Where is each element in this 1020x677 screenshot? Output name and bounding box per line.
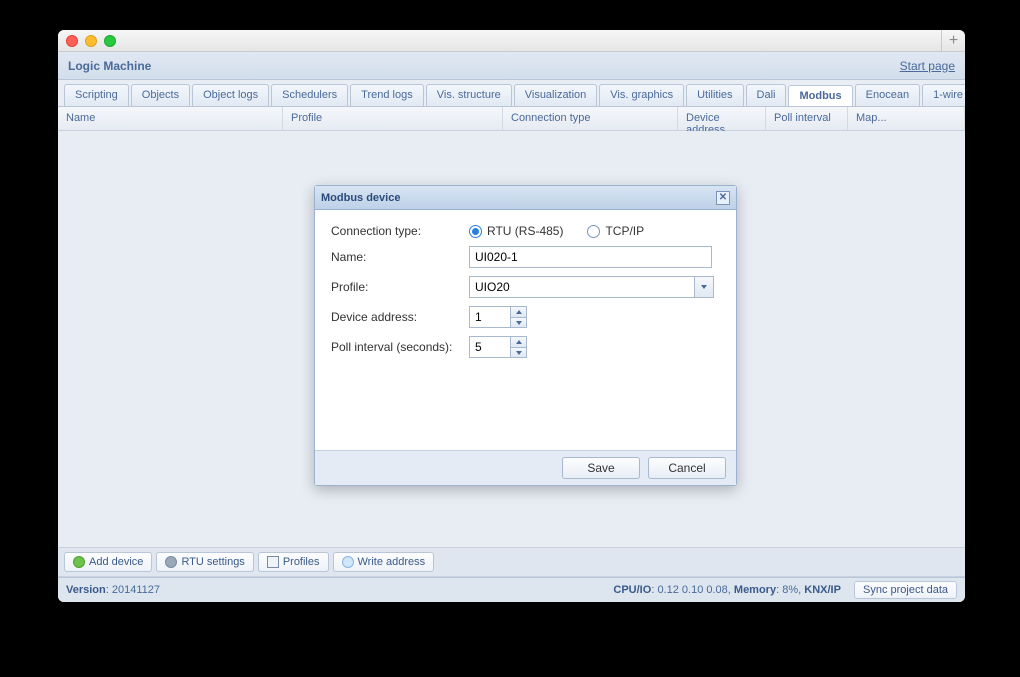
tab-vis-graphics[interactable]: Vis. graphics [599, 84, 684, 106]
tcp-radio-label: TCP/IP [605, 224, 644, 238]
col-name[interactable]: Name [58, 107, 283, 130]
col-addr[interactable]: Device address [678, 107, 766, 130]
tab-trend-logs[interactable]: Trend logs [350, 84, 424, 106]
cpu-value: 0.12 0.10 0.08 [657, 584, 727, 596]
titlebar: + [58, 30, 965, 52]
dialog-titlebar[interactable]: Modbus device ✕ [315, 186, 736, 210]
mem-label: Memory [734, 584, 776, 596]
tab-objects[interactable]: Objects [131, 84, 190, 106]
start-page-link[interactable]: Start page [900, 59, 955, 73]
profile-select[interactable] [469, 276, 714, 298]
version-text: Version: 20141127 [66, 584, 160, 596]
col-map[interactable]: Map... [848, 107, 965, 130]
status-right: CPU/IO: 0.12 0.10 0.08, Memory: 8%, KNX/… [613, 584, 957, 596]
spinner-down-icon[interactable] [511, 317, 527, 328]
modbus-device-dialog: Modbus device ✕ Connection type: RTU (RS… [314, 185, 737, 486]
plus-icon [73, 556, 85, 568]
app-window: + Logic Machine Start page ScriptingObje… [58, 30, 965, 602]
bottom-toolbar: Add device RTU settings Profiles Write a… [58, 547, 965, 577]
window-minimize-icon[interactable] [85, 35, 97, 47]
arrow-right-icon [342, 556, 354, 568]
profile-label: Profile: [331, 280, 469, 294]
add-device-button[interactable]: Add device [64, 552, 152, 572]
poll-interval-input[interactable] [469, 336, 511, 358]
save-button[interactable]: Save [562, 457, 640, 479]
tab-utilities[interactable]: Utilities [686, 84, 743, 106]
close-icon[interactable]: ✕ [716, 191, 730, 205]
version-value: 20141127 [112, 584, 160, 596]
sync-project-button[interactable]: Sync project data [854, 581, 957, 599]
spinner-down-icon[interactable] [511, 347, 527, 358]
version-label: Version [66, 584, 106, 596]
radio-dot-icon [469, 225, 482, 238]
profiles-button[interactable]: Profiles [258, 552, 329, 572]
gear-icon [165, 556, 177, 568]
mem-value: 8% [782, 584, 798, 596]
dialog-body: Connection type: RTU (RS-485) TCP/IP Nam… [315, 210, 736, 450]
spinner-up-icon[interactable] [511, 336, 527, 347]
chevron-down-icon[interactable] [694, 276, 714, 298]
col-conn[interactable]: Connection type [503, 107, 678, 130]
device-address-input[interactable] [469, 306, 511, 328]
rtu-settings-button[interactable]: RTU settings [156, 552, 253, 572]
write-address-label: Write address [358, 556, 426, 568]
poll-interval-label: Poll interval (seconds): [331, 340, 469, 354]
knx-label: KNX/IP [804, 584, 841, 596]
tab-object-logs[interactable]: Object logs [192, 84, 269, 106]
new-tab-button[interactable]: + [941, 30, 965, 52]
device-address-label: Device address: [331, 310, 469, 324]
radio-dot-icon [587, 225, 600, 238]
app-title: Logic Machine [68, 59, 151, 73]
name-input[interactable] [469, 246, 712, 268]
conn-type-tcp-radio[interactable]: TCP/IP [587, 224, 644, 238]
conn-type-rtu-radio[interactable]: RTU (RS-485) [469, 224, 563, 238]
col-poll[interactable]: Poll interval [766, 107, 848, 130]
name-label: Name: [331, 250, 469, 264]
list-icon [267, 556, 279, 568]
write-address-button[interactable]: Write address [333, 552, 435, 572]
tab-dali[interactable]: Dali [746, 84, 787, 106]
rtu-settings-label: RTU settings [181, 556, 244, 568]
col-profile[interactable]: Profile [283, 107, 503, 130]
spinner-up-icon[interactable] [511, 306, 527, 317]
window-close-icon[interactable] [66, 35, 78, 47]
window-maximize-icon[interactable] [104, 35, 116, 47]
tab-scripting[interactable]: Scripting [64, 84, 129, 106]
main-tabs: ScriptingObjectsObject logsSchedulersTre… [58, 80, 965, 107]
conn-type-label: Connection type: [331, 224, 469, 238]
tab-vis-structure[interactable]: Vis. structure [426, 84, 512, 106]
tab-1-wire[interactable]: 1-wire [922, 84, 965, 106]
rtu-radio-label: RTU (RS-485) [487, 224, 563, 238]
profiles-label: Profiles [283, 556, 320, 568]
tab-visualization[interactable]: Visualization [514, 84, 598, 106]
cancel-button[interactable]: Cancel [648, 457, 726, 479]
dialog-title: Modbus device [321, 192, 400, 204]
tab-schedulers[interactable]: Schedulers [271, 84, 348, 106]
tab-enocean[interactable]: Enocean [855, 84, 920, 106]
app-header: Logic Machine Start page [58, 52, 965, 80]
dialog-buttons: Save Cancel [315, 450, 736, 485]
status-bar: Version: 20141127 CPU/IO: 0.12 0.10 0.08… [58, 578, 965, 602]
tab-modbus[interactable]: Modbus [788, 85, 852, 107]
cpu-label: CPU/IO [613, 584, 651, 596]
grid-header: Name Profile Connection type Device addr… [58, 107, 965, 131]
add-device-label: Add device [89, 556, 143, 568]
